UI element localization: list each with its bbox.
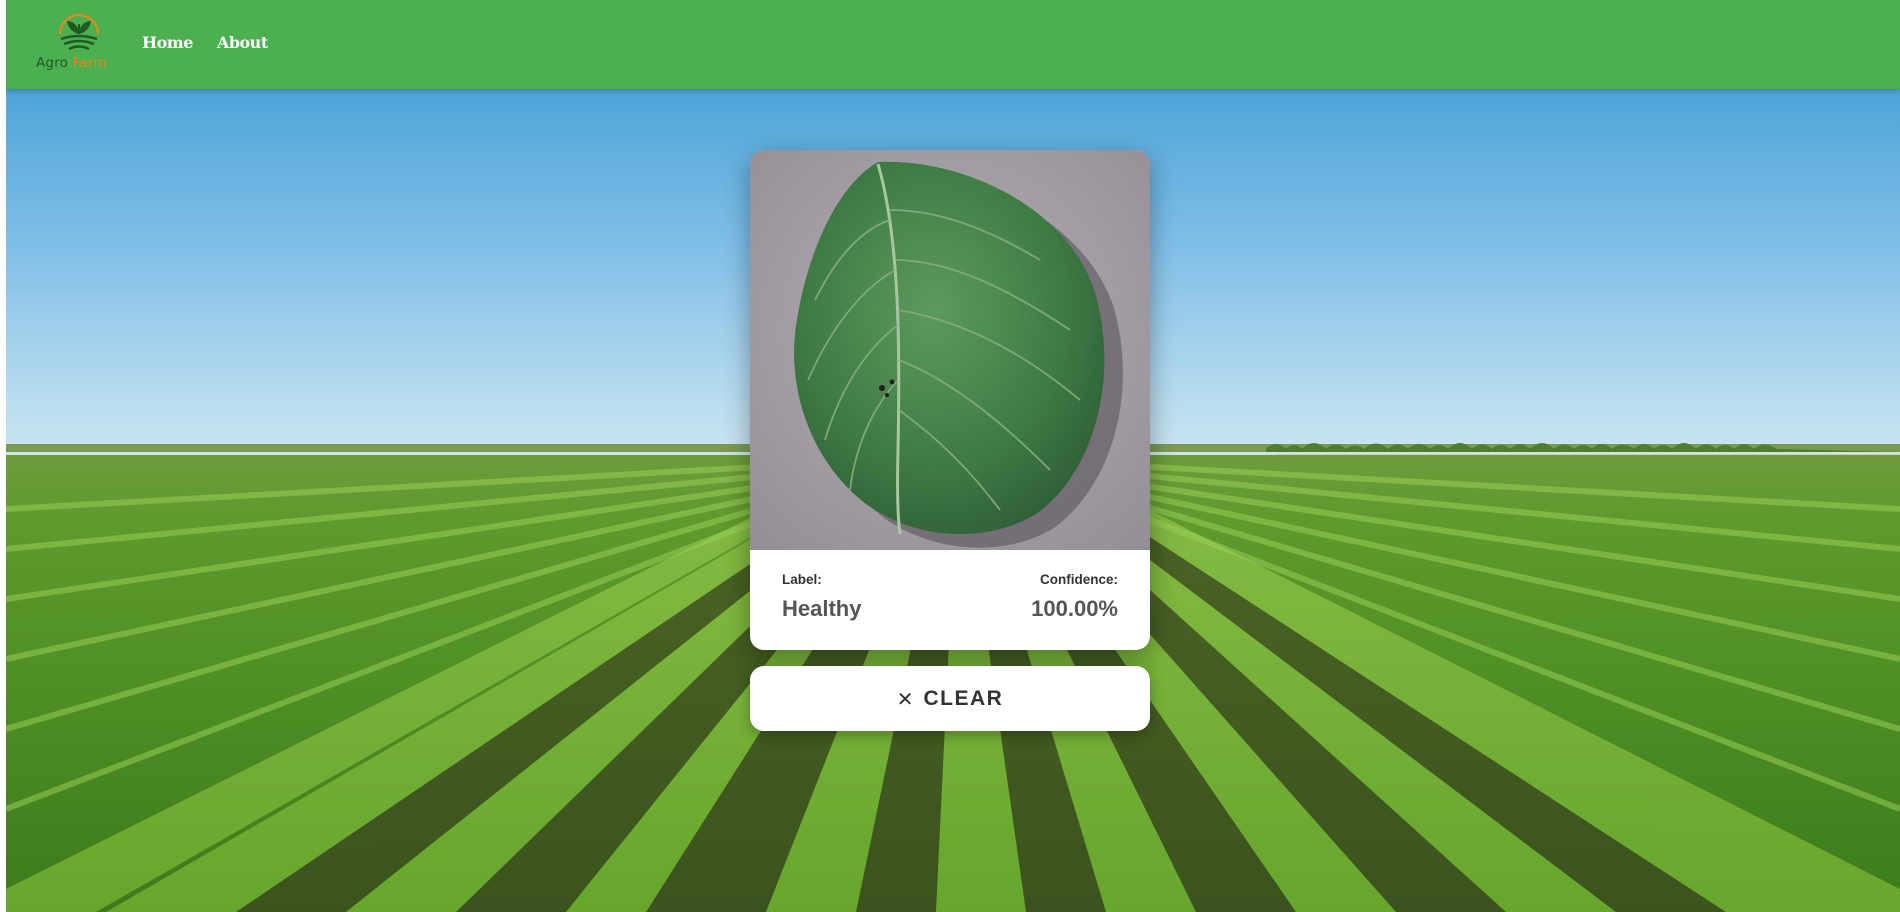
label-value: Healthy — [782, 596, 862, 621]
potato-leaf-photo — [750, 150, 1150, 550]
nav-about-link[interactable]: About — [217, 33, 268, 52]
leaf-image — [750, 150, 1150, 550]
confidence-title: Confidence: — [1039, 572, 1118, 587]
sprout-sunrise-logo-icon — [58, 13, 100, 51]
prediction-card: Label: Healthy Confidence: 100.00% — [750, 150, 1150, 650]
clear-button-label: CLEAR — [923, 686, 1004, 710]
close-icon: ✕ — [896, 686, 914, 711]
brand-name-agro: Agro — [36, 55, 69, 71]
nav-links: Home About — [142, 33, 268, 52]
brand-name-farm: Farm — [72, 55, 107, 71]
prediction-result: Label: Healthy Confidence: 100.00% — [750, 550, 1150, 650]
top-navbar: Agro Farm Home About — [6, 0, 1900, 89]
nav-home-link[interactable]: Home — [142, 33, 193, 52]
label-title: Label: — [782, 572, 822, 587]
clear-button[interactable]: ✕ CLEAR — [750, 666, 1150, 731]
app-root: Agro Farm Home About Label: Healthy Conf… — [6, 0, 1900, 912]
brand-name: Agro Farm — [36, 55, 126, 71]
brand-logo[interactable]: Agro Farm — [36, 10, 126, 78]
confidence-value: 100.00% — [1031, 596, 1118, 621]
